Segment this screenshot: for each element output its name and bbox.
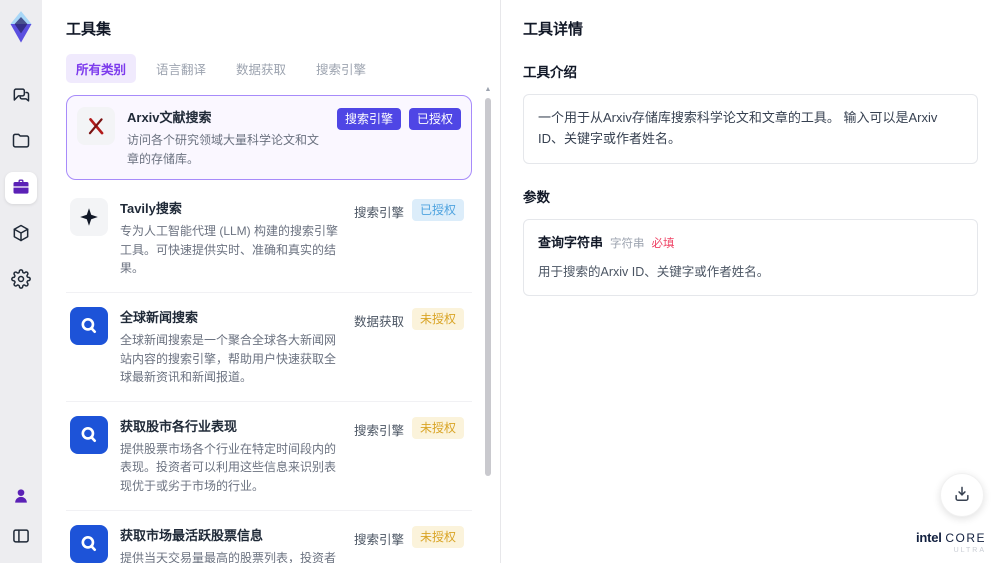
sparkle-icon xyxy=(70,198,108,237)
tool-description: 专为人工智能代理 (LLM) 构建的搜索引擎工具。可快速提供实时、准确和真实的结… xyxy=(120,224,339,276)
tool-name: 获取股市各行业表现 xyxy=(120,418,238,434)
category-label: 数据获取 xyxy=(353,314,404,329)
auth-status-badge: 已授权 xyxy=(411,199,464,222)
tool-card-body: 全球新闻搜索 全球新闻搜索是一个聚合全球各大新闻网站内容的搜索引擎，帮助用户快速… xyxy=(120,307,344,387)
tool-badges: 搜索引擎 未授权 xyxy=(354,525,464,563)
auth-status-badge: 未授权 xyxy=(411,307,464,331)
tool-card-body: Arxiv文献搜索 访问各个研究领域大量科学论文和文章的存储库。 xyxy=(127,107,327,168)
tool-description: 提供当天交易量最高的股票列表，投资者可以利用这些信息来识别流动性强的股票和潜在的… xyxy=(120,550,337,563)
toolset-pane: 工具集 所有类别 语言翻译 数据获取 搜索引擎 Arxiv文献搜索 访问各个研究… xyxy=(42,0,500,563)
tool-description: 全球新闻搜索是一个聚合全球各大新闻网站内容的搜索引擎，帮助用户快速获取全球最新资… xyxy=(120,332,337,385)
briefcase-icon xyxy=(11,177,31,200)
sidebar-item-files[interactable] xyxy=(5,126,37,158)
sidebar-item-profile[interactable] xyxy=(7,483,35,511)
category-tabs: 所有类别 语言翻译 数据获取 搜索引擎 xyxy=(66,54,500,83)
params-heading: 参数 xyxy=(523,189,550,205)
tool-name: 全球新闻搜索 xyxy=(120,309,199,325)
cube-icon xyxy=(11,223,31,246)
intel-tier-text: ULTRA xyxy=(953,547,986,555)
download-button[interactable] xyxy=(940,473,984,517)
auth-status-badge: 已授权 xyxy=(408,108,461,131)
sidebar-nav xyxy=(5,80,37,296)
magnifier-q-icon xyxy=(70,306,108,345)
param-required-flag: 必填 xyxy=(651,237,675,250)
list-scrollbar[interactable]: ▲ xyxy=(484,86,492,559)
sidebar xyxy=(0,0,42,563)
sidebar-item-collapse[interactable] xyxy=(7,523,35,551)
param-name: 查询字符串 xyxy=(538,234,604,250)
param-head: 查询字符串 字符串 必填 xyxy=(538,233,963,254)
gear-icon xyxy=(11,268,31,292)
auth-status-badge: 未授权 xyxy=(411,525,464,548)
tool-card-body: 获取股市各行业表现 提供股票市场各个行业在特定时间段内的表现。投资者可以利用这些… xyxy=(120,416,344,496)
tool-detail-pane: 工具详情 工具介绍 一个用于从Arxiv存储库搜索科学论文和文章的工具。 输入可… xyxy=(500,0,1000,563)
scrollbar-thumb[interactable] xyxy=(485,98,491,477)
chat-icon xyxy=(11,85,31,108)
user-icon xyxy=(11,486,31,509)
param-type: 字符串 xyxy=(610,237,645,250)
sidebar-item-tools[interactable] xyxy=(5,172,37,204)
tool-card-sector-performance[interactable]: 获取股市各行业表现 提供股票市场各个行业在特定时间段内的表现。投资者可以利用这些… xyxy=(66,401,472,511)
intro-heading: 工具介绍 xyxy=(523,65,577,80)
tool-badges: 搜索引擎 已授权 xyxy=(354,198,464,278)
tool-list: Arxiv文献搜索 访问各个研究领域大量科学论文和文章的存储库。 搜索引擎 已授… xyxy=(66,95,500,563)
sidebar-bottom xyxy=(7,483,35,551)
category-label: 搜索引擎 xyxy=(353,532,404,547)
tab-data-acquisition[interactable]: 数据获取 xyxy=(226,54,296,83)
tool-intro-text: 一个用于从Arxiv存储库搜索科学论文和文章的工具。 输入可以是Arxiv ID… xyxy=(523,94,978,164)
download-icon xyxy=(952,484,972,507)
tool-card-arxiv[interactable]: Arxiv文献搜索 访问各个研究领域大量科学论文和文章的存储库。 搜索引擎 已授… xyxy=(66,95,472,181)
tab-language-translation[interactable]: 语言翻译 xyxy=(146,54,216,83)
intel-brand-text: intel xyxy=(915,530,942,546)
magnifier-q-icon xyxy=(70,524,108,563)
app-window: 工具集 所有类别 语言翻译 数据获取 搜索引擎 Arxiv文献搜索 访问各个研究… xyxy=(0,0,1000,563)
tool-description: 提供股票市场各个行业在特定时间段内的表现。投资者可以利用这些信息来识别表现优于或… xyxy=(120,441,337,493)
app-logo-icon xyxy=(7,10,35,44)
param-item: 查询字符串 字符串 必填 用于搜索的Arxiv ID、关键字或作者姓名。 xyxy=(523,218,978,297)
sidebar-item-chat[interactable] xyxy=(5,80,37,112)
auth-status-badge: 未授权 xyxy=(411,416,464,439)
tool-card-body: 获取市场最活跃股票信息 提供当天交易量最高的股票列表，投资者可以利用这些信息来识… xyxy=(120,525,344,563)
tool-card-global-news[interactable]: 全球新闻搜索 全球新闻搜索是一个聚合全球各大新闻网站内容的搜索引擎，帮助用户快速… xyxy=(66,292,472,402)
panel-toggle-icon xyxy=(11,526,31,549)
magnifier-q-icon xyxy=(70,415,108,454)
scrollbar-up-arrow[interactable]: ▲ xyxy=(484,86,492,94)
core-brand-text: CORE xyxy=(945,531,986,546)
intel-core-logo: intel CORE ULTRA xyxy=(915,530,986,555)
tool-card-body: Tavily搜索 专为人工智能代理 (LLM) 构建的搜索引擎工具。可快速提供实… xyxy=(120,198,344,278)
tool-badges: 搜索引擎 未授权 xyxy=(354,416,464,496)
main-content: 工具集 所有类别 语言翻译 数据获取 搜索引擎 Arxiv文献搜索 访问各个研究… xyxy=(42,0,1000,563)
category-label: 搜索引擎 xyxy=(353,206,404,221)
param-description: 用于搜索的Arxiv ID、关键字或作者姓名。 xyxy=(538,265,770,280)
sidebar-item-packages[interactable] xyxy=(5,218,37,250)
tool-name: Tavily搜索 xyxy=(120,201,182,217)
tab-search-engine[interactable]: 搜索引擎 xyxy=(306,54,376,83)
tool-name: 获取市场最活跃股票信息 xyxy=(120,527,264,543)
category-label: 搜索引擎 xyxy=(353,423,404,438)
tool-card-tavily[interactable]: Tavily搜索 专为人工智能代理 (LLM) 构建的搜索引擎工具。可快速提供实… xyxy=(66,184,472,293)
tool-badges: 搜索引擎 已授权 xyxy=(336,107,461,168)
tool-name: Arxiv文献搜索 xyxy=(127,110,212,125)
page-title: 工具集 xyxy=(66,21,112,38)
category-badge: 搜索引擎 xyxy=(336,108,401,131)
folder-icon xyxy=(11,131,31,154)
tool-badges: 数据获取 未授权 xyxy=(354,307,464,387)
tool-card-most-active-stocks[interactable]: 获取市场最活跃股票信息 提供当天交易量最高的股票列表，投资者可以利用这些信息来识… xyxy=(66,510,472,563)
tab-all-categories[interactable]: 所有类别 xyxy=(66,54,137,83)
detail-title: 工具详情 xyxy=(523,21,584,38)
arxiv-logo-icon xyxy=(77,107,115,145)
tool-description: 访问各个研究领域大量科学论文和文章的存储库。 xyxy=(127,133,320,166)
sidebar-item-settings[interactable] xyxy=(5,264,37,296)
